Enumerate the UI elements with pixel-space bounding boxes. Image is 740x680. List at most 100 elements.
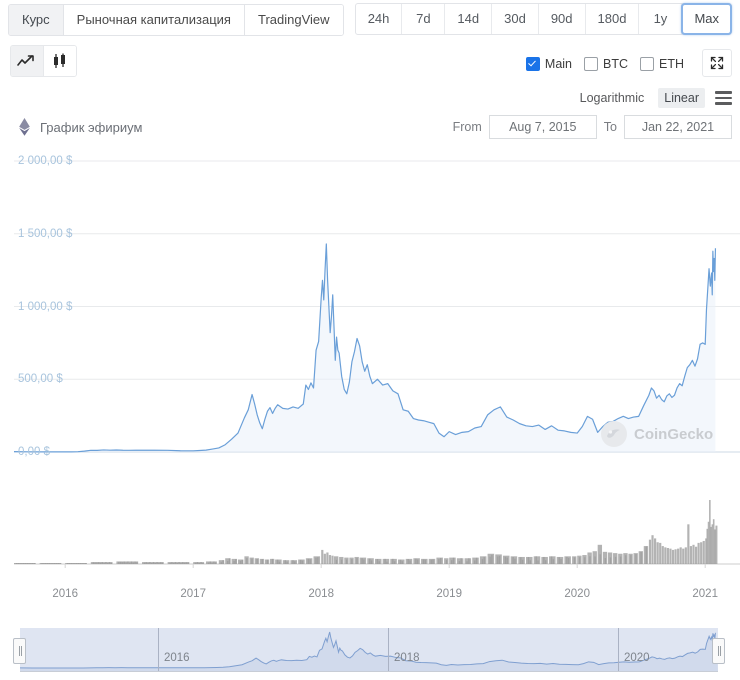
- volume-bar: [356, 558, 358, 564]
- volume-bar: [694, 546, 698, 564]
- x-axis-tick-2020: 2020: [564, 588, 590, 600]
- checkbox-btc-box[interactable]: [584, 57, 598, 71]
- volume-bar: [556, 556, 564, 564]
- volume-bar: [125, 562, 127, 564]
- volume-bar: [351, 559, 353, 564]
- hamburger-menu-icon[interactable]: [715, 91, 732, 105]
- volume-bar: [340, 559, 343, 564]
- volume-bar: [407, 559, 409, 564]
- fullscreen-icon: [710, 56, 724, 70]
- range-90d[interactable]: 90d: [539, 4, 586, 34]
- volume-bar: [474, 560, 476, 564]
- checkbox-eth[interactable]: ETH: [640, 57, 684, 71]
- scale-logarithmic[interactable]: Logarithmic: [574, 88, 651, 108]
- volume-bar: [99, 562, 102, 564]
- volume-bar: [67, 563, 69, 564]
- top-toolbar: Курс Рыночная капитализация TradingView …: [0, 0, 740, 38]
- navigator-sparkline: [20, 631, 718, 672]
- volume-bar: [94, 562, 96, 564]
- volume-bar: [464, 558, 472, 564]
- checkbox-main[interactable]: Main: [525, 57, 572, 71]
- volume-bar: [19, 563, 21, 564]
- volume-bar: [160, 562, 162, 564]
- range-navigator[interactable]: 2016 2018 2020: [8, 626, 730, 674]
- volume-bar: [529, 560, 531, 564]
- volume-bar: [143, 562, 146, 564]
- volume-bar: [566, 556, 568, 564]
- volume-bar: [309, 559, 311, 564]
- x-axis-labels: 2016 2017 2018 2019 2020 2021: [0, 580, 740, 612]
- volume-bar: [424, 559, 427, 564]
- tab-price[interactable]: Курс: [9, 5, 64, 35]
- checkbox-btc[interactable]: BTC: [584, 57, 628, 71]
- range-1y[interactable]: 1y: [639, 4, 683, 34]
- volume-bar: [651, 535, 654, 564]
- checkbox-eth-box[interactable]: [640, 57, 654, 71]
- volume-bar: [331, 555, 334, 564]
- volume-bar: [235, 559, 237, 564]
- volume-bar: [256, 558, 258, 564]
- volume-bar: [702, 540, 705, 564]
- volume-bar: [514, 558, 516, 564]
- volume-bar: [535, 556, 537, 564]
- volume-bar: [549, 556, 556, 564]
- range-max[interactable]: Max: [681, 3, 732, 35]
- range-14d[interactable]: 14d: [445, 4, 493, 34]
- navigator-label-2016: 2016: [164, 652, 190, 664]
- volume-bar: [174, 562, 177, 564]
- y-axis-tick-1500: 1 500,00 $: [18, 227, 73, 240]
- volume-bar: [466, 561, 468, 564]
- candlestick-chart-button[interactable]: [44, 46, 76, 76]
- volume-bar: [399, 559, 402, 564]
- navigator-label-2018: 2018: [394, 652, 420, 664]
- price-chart-plot[interactable]: [0, 145, 740, 465]
- fullscreen-button[interactable]: [702, 49, 732, 77]
- range-handle-left[interactable]: [13, 638, 26, 664]
- volume-bar: [413, 558, 420, 564]
- volume-bar: [121, 562, 124, 564]
- volume-bar: [233, 560, 235, 564]
- date-range-picker: From Aug 7, 2015 To Jan 22, 2021: [453, 115, 732, 139]
- volume-bar: [261, 559, 263, 564]
- volume-bar: [326, 552, 329, 564]
- volume-bar: [521, 559, 524, 564]
- to-label: To: [603, 120, 617, 134]
- volume-bar: [537, 560, 539, 564]
- volume-bar: [305, 558, 313, 564]
- to-date-input[interactable]: Jan 22, 2021: [624, 115, 732, 139]
- volume-bar: [392, 558, 394, 564]
- range-handle-right[interactable]: [712, 638, 725, 664]
- volume-bar: [321, 549, 324, 564]
- volume-chart-plot: [14, 500, 740, 568]
- range-24h[interactable]: 24h: [356, 4, 403, 34]
- volume-bar: [692, 544, 695, 564]
- volume-bar: [386, 561, 388, 564]
- volume-bar: [436, 557, 443, 564]
- volume-bar: [76, 563, 78, 564]
- volume-bar: [68, 563, 71, 564]
- checkbox-btc-label: BTC: [603, 57, 628, 71]
- volume-bar: [178, 562, 180, 564]
- from-date-input[interactable]: Aug 7, 2015: [488, 115, 597, 139]
- volume-bar: [32, 563, 34, 564]
- volume-bar: [28, 563, 30, 564]
- volume-bar: [619, 556, 622, 564]
- tab-tradingview[interactable]: TradingView: [244, 5, 343, 35]
- volume-bar: [154, 563, 156, 564]
- volume-bar: [428, 558, 436, 564]
- line-chart-button[interactable]: [11, 46, 44, 76]
- range-180d[interactable]: 180d: [586, 4, 640, 34]
- range-7d[interactable]: 7d: [402, 4, 446, 34]
- volume-bar: [282, 560, 290, 564]
- volume-bar: [405, 558, 413, 564]
- tab-market-cap[interactable]: Рыночная капитализация: [63, 5, 245, 35]
- y-axis-tick-1000: 1 000,00 $: [18, 300, 73, 313]
- volume-bar: [370, 560, 373, 564]
- scale-linear[interactable]: Linear: [658, 88, 705, 108]
- volume-bar: [313, 556, 321, 564]
- volume-bar: [215, 562, 217, 564]
- volume-bar: [169, 562, 171, 564]
- checkbox-main-box[interactable]: [525, 57, 540, 71]
- range-30d[interactable]: 30d: [492, 4, 539, 34]
- series-toggle-group: Main BTC ETH: [525, 57, 684, 71]
